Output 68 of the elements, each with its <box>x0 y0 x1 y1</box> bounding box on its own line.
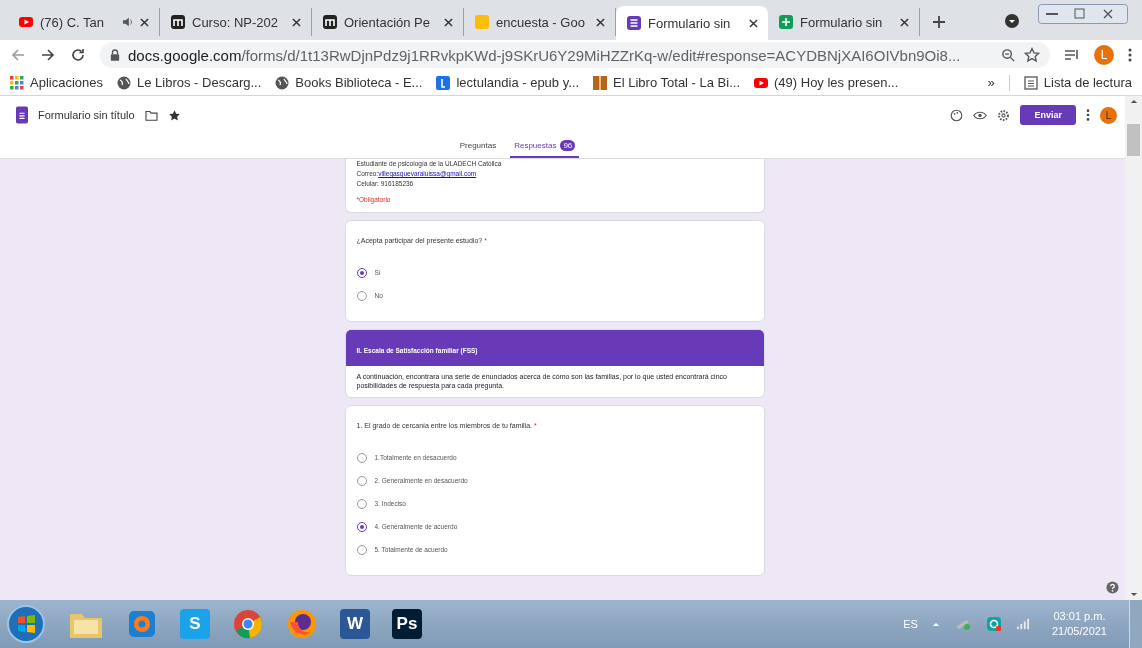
site-icon <box>322 14 338 30</box>
browser-tab[interactable]: Formulario sin <box>768 8 920 36</box>
forward-icon[interactable] <box>40 47 56 63</box>
close-icon[interactable] <box>596 17 605 27</box>
close-icon[interactable] <box>749 18 758 28</box>
site-icon <box>778 14 794 30</box>
scroll-up-icon[interactable] <box>1129 99 1138 104</box>
browser-tab[interactable]: Curso: NP-202 <box>160 8 312 36</box>
play-icon <box>18 14 34 30</box>
circle-caret-icon[interactable] <box>1004 13 1020 29</box>
globe-icon <box>275 75 290 90</box>
lock-icon <box>110 49 120 61</box>
site-icon <box>626 15 642 31</box>
bookmark-link[interactable]: Books Biblioteca - E... <box>275 75 423 90</box>
app-icon[interactable]: Ps <box>392 609 422 639</box>
site-icon <box>170 14 186 30</box>
speaker-icon[interactable] <box>122 17 134 27</box>
bookmark-link[interactable]: El Libro Total - La Bi... <box>593 75 740 90</box>
star-icon[interactable] <box>1024 47 1040 63</box>
close-icon[interactable] <box>140 17 149 27</box>
eye-icon[interactable] <box>973 109 988 121</box>
browser-tab[interactable]: Orientación Pe <box>312 8 464 36</box>
browser-icon[interactable] <box>286 608 318 640</box>
window-controls[interactable] <box>1038 4 1128 24</box>
form-tab[interactable]: Preguntas <box>455 134 501 158</box>
book-icon <box>593 75 608 90</box>
browser-icon[interactable] <box>232 608 264 640</box>
caret-icon[interactable] <box>931 621 940 627</box>
form-title[interactable]: Formulario sin título <box>38 109 135 121</box>
more-icon[interactable] <box>1086 108 1090 122</box>
more-bookmarks-button[interactable]: » <box>987 75 995 90</box>
globe-icon <box>117 75 131 90</box>
apps-grid-icon <box>10 75 24 90</box>
app-icon[interactable]: W <box>340 609 370 639</box>
browser-tab[interactable]: (76) C. Tan <box>8 8 160 36</box>
folder-icon[interactable] <box>144 109 158 121</box>
star-icon[interactable] <box>167 108 181 122</box>
reading-list-button[interactable]: Lista de lectura <box>1023 75 1132 90</box>
help-icon[interactable] <box>1106 581 1119 594</box>
address-field[interactable]: docs.google.com/forms/d/1t13RwDjnPdz9j1RRvkpKWd-j9SKrU6Y29MiHZZrKq-w/edit#response=ACYDBNjXAI6OIVbn9Oi8... <box>100 42 1050 68</box>
close-icon[interactable] <box>900 17 909 27</box>
bookmark-link[interactable]: (49) Hoy les presen... <box>754 75 899 90</box>
site-icon <box>474 14 490 30</box>
zoom-icon[interactable] <box>1001 47 1016 63</box>
profile-avatar[interactable]: L <box>1100 106 1117 124</box>
scrollbar[interactable] <box>1125 96 1142 600</box>
start-button[interactable] <box>6 604 46 644</box>
scroll-down-icon[interactable] <box>1129 592 1138 597</box>
browser-tab[interactable]: Formulario sin <box>616 6 768 40</box>
response-count: 96 <box>560 139 576 151</box>
bookmark-link[interactable]: Aplicaciones <box>10 75 103 90</box>
bookmark-link[interactable]: Le Libros - Descarg... <box>117 75 262 90</box>
playlist-icon[interactable] <box>1064 47 1080 63</box>
back-icon[interactable] <box>10 47 26 63</box>
forms-icon <box>16 106 28 124</box>
settings-icon[interactable] <box>997 108 1011 122</box>
reload-icon[interactable] <box>70 47 86 63</box>
plus-icon[interactable] <box>932 15 946 29</box>
scroll-thumb[interactable] <box>1127 124 1140 156</box>
bookmark-link[interactable]: lectulandia - epub y... <box>436 75 580 90</box>
site-icon <box>436 75 451 90</box>
send-button[interactable]: Enviar <box>1020 105 1076 125</box>
close-icon[interactable] <box>444 17 453 27</box>
browser-tab[interactable]: encuesta - Goo <box>464 8 616 36</box>
list-icon <box>1023 75 1038 90</box>
more-icon[interactable] <box>1128 47 1132 63</box>
close-icon[interactable] <box>292 17 301 27</box>
play-icon <box>754 75 768 90</box>
